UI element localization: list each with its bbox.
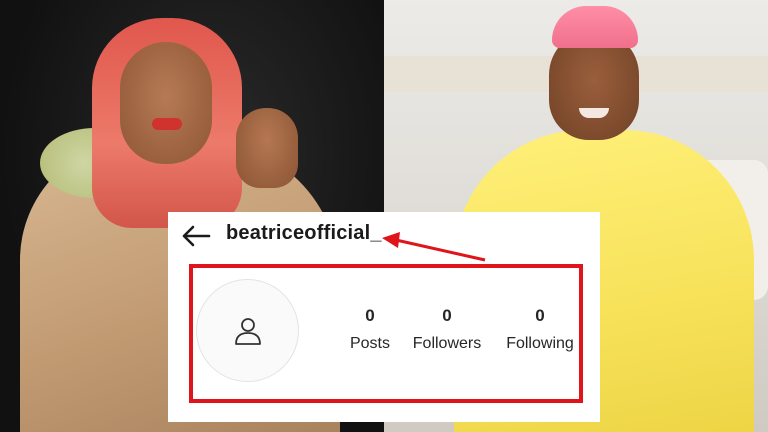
red-arrow: [382, 232, 486, 262]
